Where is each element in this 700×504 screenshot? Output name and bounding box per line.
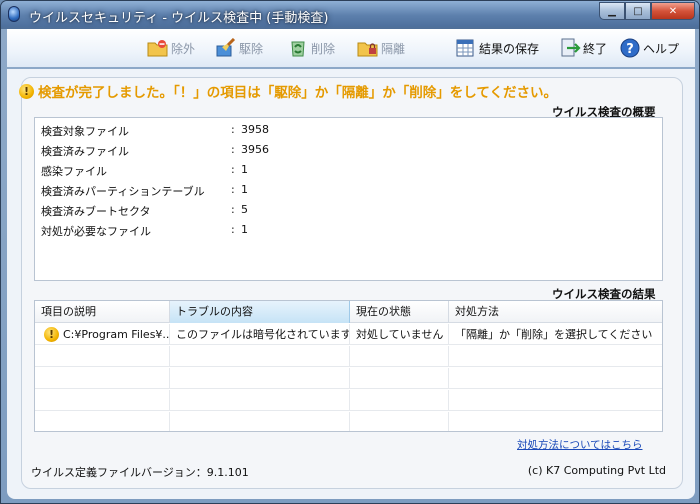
summary-separator: : [231, 203, 235, 216]
how-to-link[interactable]: 対処方法についてはこちら [517, 437, 642, 452]
exit-arrow-icon [559, 37, 581, 59]
quarantine-button[interactable]: 隔離 [357, 35, 405, 61]
summary-separator: : [231, 163, 235, 176]
summary-label: 検査済みファイル [41, 145, 129, 158]
summary-panel: 検査対象ファイル : 3958 検査済みファイル : 3956 感染ファイル :… [34, 117, 663, 281]
copyright: (c) K7 Computing Pvt Ltd [527, 464, 666, 477]
empty-cell [350, 346, 449, 367]
summary-label: 検査対象ファイル [41, 125, 129, 138]
column-header-problem[interactable]: トラブルの内容 [170, 301, 350, 323]
empty-cell [350, 368, 449, 389]
empty-cell [35, 346, 170, 367]
delete-label: 削除 [311, 41, 336, 56]
folder-lock-icon [357, 37, 379, 59]
cell-item: C:¥Program Files¥... [59, 324, 170, 345]
svg-text:?: ? [626, 42, 634, 57]
delete-button[interactable]: 削除 [287, 35, 335, 61]
summary-label: 検査済みパーティションテーブル [41, 185, 205, 198]
minimize-button[interactable]: ▁ [599, 2, 625, 20]
minimize-icon: ▁ [608, 5, 616, 17]
help-label: ヘルプ [643, 41, 680, 56]
summary-value: 1 [241, 183, 248, 196]
question-icon: ? [619, 37, 641, 59]
empty-cell [170, 390, 350, 411]
column-header-item[interactable]: 項目の説明 [35, 301, 170, 323]
empty-cell [170, 346, 350, 367]
window-title: ウイルスセキュリティ - ウイルス検査中 (手動検査) [29, 11, 329, 26]
save-results-button[interactable]: 結果の保存 [455, 35, 539, 61]
exclude-button[interactable]: 除外 [147, 35, 195, 61]
summary-label: 対処が必要なファイル [41, 225, 151, 238]
folder-exclude-icon [147, 37, 169, 59]
column-header-status[interactable]: 現在の状態 [350, 301, 449, 323]
title-bar[interactable]: ウイルスセキュリティ - ウイルス検査中 (手動検査) ▁ □ ✕ [1, 1, 699, 27]
disinfect-button[interactable]: 駆除 [215, 35, 263, 61]
toolbar: 除外 駆除 削除 隔離 結果の保存 終了 ? ヘルプ [7, 29, 695, 67]
summary-separator: : [231, 123, 235, 136]
quarantine-label: 隔離 [381, 41, 406, 56]
grid-header: 項目の説明 トラブルの内容 現在の状態 対処方法 [35, 301, 662, 323]
empty-cell [350, 412, 449, 431]
table-row-empty [35, 368, 662, 389]
summary-separator: : [231, 183, 235, 196]
column-header-action[interactable]: 対処方法 [449, 301, 662, 323]
main-window: ウイルスセキュリティ - ウイルス検査中 (手動検査) ▁ □ ✕ 除外 駆除 [0, 0, 700, 504]
summary-value: 5 [241, 203, 248, 216]
exclude-label: 除外 [171, 41, 196, 56]
exit-button[interactable]: 終了 [559, 35, 607, 61]
table-save-icon [455, 37, 477, 59]
summary-separator: : [231, 223, 235, 236]
table-row-empty [35, 390, 662, 411]
summary-separator: : [231, 143, 235, 156]
table-row[interactable]: ! C:¥Program Files¥... このファイルは暗号化されています.… [35, 324, 662, 345]
summary-value: 3956 [241, 143, 269, 156]
window-controls: ▁ □ ✕ [599, 2, 695, 20]
empty-cell [170, 368, 350, 389]
cell-status: 対処していません [350, 324, 449, 345]
disinfect-label: 駆除 [239, 41, 264, 56]
empty-cell [35, 390, 170, 411]
summary-label: 検査済みブートセクタ [41, 205, 151, 218]
maximize-button[interactable]: □ [625, 2, 651, 20]
empty-cell [350, 390, 449, 411]
definition-version: ウイルス定義ファイルバージョン：9.1.101 [31, 466, 249, 479]
scan-complete-alert: ! 検査が完了しました。「！」の項目は「駆除」か「隔離」か「削除」をしてください… [19, 81, 557, 101]
summary-value: 3958 [241, 123, 269, 136]
maximize-icon: □ [633, 5, 643, 17]
app-shield-icon [8, 6, 20, 22]
table-row-empty [35, 412, 662, 431]
empty-cell [170, 412, 350, 431]
brush-icon [215, 37, 237, 59]
alert-message: 検査が完了しました。「！」の項目は「駆除」か「隔離」か「削除」をしてください。 [38, 85, 557, 101]
exit-label: 終了 [583, 41, 608, 56]
cell-problem: このファイルは暗号化されています... [170, 324, 350, 345]
empty-cell [35, 368, 170, 389]
warning-icon: ! [44, 327, 59, 342]
summary-label: 感染ファイル [41, 165, 107, 178]
warning-icon: ! [19, 83, 34, 99]
results-grid: 項目の説明 トラブルの内容 現在の状態 対処方法 ! C:¥Program Fi… [34, 300, 663, 432]
save-results-label: 結果の保存 [479, 41, 540, 56]
help-button[interactable]: ? ヘルプ [619, 35, 679, 61]
close-icon: ✕ [668, 5, 678, 17]
summary-value: 1 [241, 223, 248, 236]
cell-action: 「隔離」か「削除」を選択してください [455, 328, 653, 341]
recycle-icon [287, 37, 309, 59]
close-button[interactable]: ✕ [651, 2, 695, 20]
summary-value: 1 [241, 163, 248, 176]
empty-cell [35, 412, 170, 431]
table-row-empty [35, 346, 662, 367]
